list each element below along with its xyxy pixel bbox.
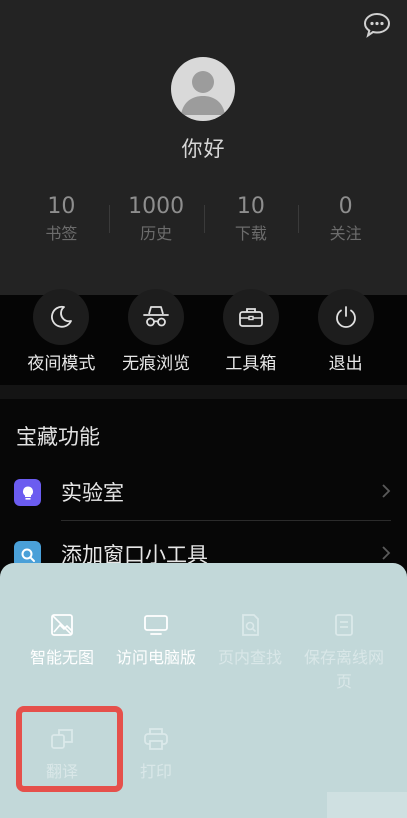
stat-bookmarks[interactable]: 10 书签 (14, 193, 109, 249)
stat-downloads[interactable]: 10 下载 (203, 193, 299, 249)
profile-header: 你好 10 书签 1000 历史 10 下载 0 关注 (0, 0, 407, 295)
stats-bar: 10 书签 1000 历史 10 下载 0 关注 (14, 193, 393, 249)
night-mode-button[interactable]: 夜间模式 (14, 289, 109, 385)
stat-value: 1000 (128, 194, 185, 219)
night-mode-label: 夜间模式 (27, 354, 96, 374)
print-icon (109, 718, 203, 752)
row-divider (61, 520, 391, 521)
find-in-page-button[interactable]: 页内查找 (203, 604, 297, 670)
desktop-version-button[interactable]: 访问电脑版 (109, 604, 203, 670)
chevron-right-icon (382, 546, 391, 560)
avatar[interactable] (171, 57, 235, 121)
print-button[interactable]: 打印 (109, 718, 203, 784)
stat-value: 10 (47, 194, 76, 219)
bulb-icon (14, 479, 41, 506)
toolbox-icon (222, 289, 279, 345)
treasure-section: 宝藏功能 实验室 添加窗口小工具 (0, 399, 407, 579)
stat-history[interactable]: 1000 历史 (108, 193, 204, 249)
greeting-text: 你好 (181, 137, 226, 161)
power-icon (317, 289, 374, 345)
chevron-right-icon (382, 484, 391, 498)
stat-label: 历史 (140, 224, 173, 243)
stat-label: 关注 (329, 224, 362, 243)
save-offline-icon (297, 604, 391, 638)
list-item-lab[interactable]: 实验室 (0, 463, 407, 521)
stat-label: 书签 (45, 224, 78, 243)
incognito-button[interactable]: 无痕浏览 (109, 289, 204, 385)
toolbox-button[interactable]: 工具箱 (204, 289, 299, 385)
incognito-label: 无痕浏览 (122, 354, 191, 374)
section-title: 宝藏功能 (16, 425, 100, 449)
quick-actions: 夜间模式 无痕浏览 工具箱 退出 (0, 289, 407, 385)
tile-label: 页内查找 (217, 648, 282, 667)
tile-label: 打印 (139, 762, 172, 781)
section-divider (0, 385, 407, 399)
find-in-page-icon (203, 604, 297, 638)
stat-label: 下载 (234, 224, 267, 243)
smart-no-image-button[interactable]: 智能无图 (15, 604, 109, 670)
translate-highlight-box (16, 706, 123, 792)
stat-value: 0 (338, 194, 353, 219)
tile-label: 保存离线网页 (303, 648, 384, 691)
exit-button[interactable]: 退出 (298, 289, 393, 385)
list-item-label: 实验室 (61, 481, 124, 505)
sheet-corner-overlay (327, 792, 407, 818)
tile-label: 智能无图 (29, 648, 94, 667)
incognito-icon (128, 289, 185, 345)
stat-following[interactable]: 0 关注 (298, 193, 393, 249)
no-image-icon (15, 604, 109, 638)
stat-value: 10 (236, 194, 265, 219)
desktop-icon (109, 604, 203, 638)
exit-label: 退出 (328, 354, 363, 374)
toolbox-label: 工具箱 (225, 354, 277, 374)
save-offline-button[interactable]: 保存离线网页 (297, 604, 391, 694)
message-icon[interactable] (363, 12, 391, 38)
moon-icon (33, 289, 90, 345)
tile-label: 访问电脑版 (115, 648, 196, 667)
